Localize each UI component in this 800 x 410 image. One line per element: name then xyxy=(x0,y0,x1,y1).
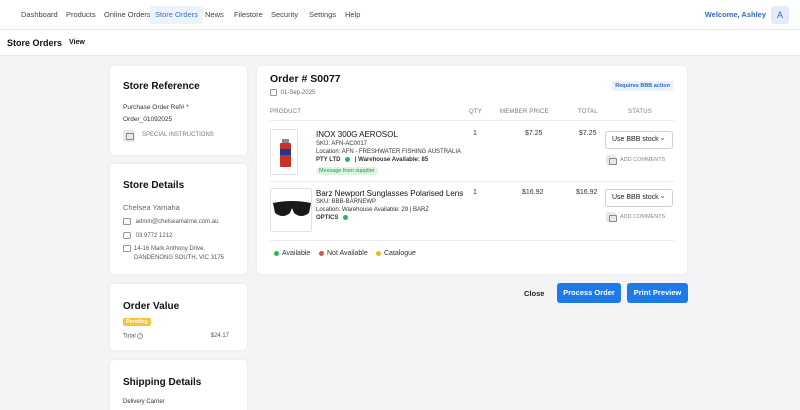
total-label: Total xyxy=(123,333,136,340)
welcome-text: Welcome, Ashley xyxy=(704,10,766,19)
comment-icon xyxy=(606,155,617,165)
shipping-details-title: Shipping Details xyxy=(123,377,202,388)
shipping-details-card: Shipping Details Delivery Carrier xyxy=(110,360,247,410)
store-email: admin@chelseamarine.com.au xyxy=(135,219,219,226)
product-image-inox[interactable] xyxy=(270,129,298,175)
store-name: Chelsea Yamaha xyxy=(123,203,180,212)
po-value[interactable]: Order_01092025 xyxy=(123,116,172,123)
page-header: Store Orders View xyxy=(0,30,800,56)
nav-help[interactable]: Help xyxy=(340,6,365,24)
print-preview-button[interactable]: Print Preview xyxy=(627,283,688,303)
header-member-price: MEMBER PRICE xyxy=(500,109,549,115)
nav-settings[interactable]: Settings xyxy=(304,6,341,24)
product-location: Location: Warehouse Available: 29 | BARZ xyxy=(316,207,429,213)
order-date-row: 01-Sep-2025 xyxy=(270,89,315,96)
availability-dot xyxy=(345,157,351,162)
product-location: Location: AFN - FRESHWATER FISHING AUSTR… xyxy=(316,149,462,155)
legend-dot-available xyxy=(274,250,279,256)
nav-security[interactable]: Security xyxy=(266,6,303,24)
product-location-cont: OPTICS xyxy=(316,215,351,221)
header-status: STATUS xyxy=(628,109,652,115)
location-suffix: PTY LTD xyxy=(316,157,341,164)
availability-dot xyxy=(343,215,349,220)
product-sku: SKU: BBB-BARNEWP xyxy=(316,199,377,205)
product-image-barz[interactable] xyxy=(270,188,312,232)
product-location-cont: PTY LTD | Warehouse Available: 85 xyxy=(316,157,428,163)
status-select[interactable]: Use BBB stock xyxy=(605,188,673,207)
note-icon xyxy=(123,130,135,142)
line-qty: 1 xyxy=(473,130,477,137)
nav-online-orders[interactable]: Online Orders xyxy=(99,6,156,24)
line-total: $16.92 xyxy=(576,189,598,196)
legend-label: Catalogue xyxy=(384,250,416,257)
process-order-button[interactable]: Process Order xyxy=(557,283,621,303)
comment-icon xyxy=(606,212,617,222)
line-price: $16.92 xyxy=(522,189,544,196)
add-comments-link[interactable]: ADD COMMENTS xyxy=(620,214,665,220)
row-divider xyxy=(270,181,674,182)
total-value: $24.17 xyxy=(210,333,229,339)
store-phone-row: 03 9772 1212 xyxy=(123,232,172,239)
total-label-row: Total ? xyxy=(123,333,144,340)
po-label: Purchase Order Ref# * xyxy=(123,104,189,111)
delivery-carrier-label: Delivery Carrier xyxy=(123,399,165,405)
legend-catalogue: Catalogue xyxy=(376,250,416,257)
store-details-card: Store Details Chelsea Yamaha admin@chels… xyxy=(110,164,247,274)
order-value-title: Order Value xyxy=(123,301,180,312)
avatar[interactable]: A xyxy=(771,6,789,24)
line-total: $7.25 xyxy=(579,130,597,137)
order-date: 01-Sep-2025 xyxy=(280,90,316,97)
header-qty: QTY xyxy=(469,109,482,115)
home-icon-row xyxy=(123,245,131,252)
home-icon xyxy=(123,245,131,252)
legend-dot-not-available xyxy=(319,250,324,256)
store-email-row: admin@chelseamarine.com.au xyxy=(123,218,218,225)
view-breadcrumb[interactable]: View xyxy=(69,39,85,46)
order-value-card: Order Value Pending Total ? $24.17 xyxy=(110,284,247,350)
store-phone: 03 9772 1212 xyxy=(135,233,173,240)
add-comments-link[interactable]: ADD COMMENTS xyxy=(620,157,665,163)
legend-not-available: Not Available xyxy=(319,250,368,257)
row-divider xyxy=(270,240,674,241)
legend-label: Not Available xyxy=(327,250,368,257)
store-reference-title: Store Reference xyxy=(123,81,200,92)
nav-dashboard[interactable]: Dashboard xyxy=(16,6,63,24)
product-sku: SKU: AFN-AC0017 xyxy=(316,141,368,147)
help-icon[interactable]: ? xyxy=(137,333,144,339)
header-product: PRODUCT xyxy=(270,109,302,115)
location-suffix: OPTICS xyxy=(316,215,339,222)
line-qty: 1 xyxy=(473,189,477,196)
warehouse-available: | Warehouse Available: 85 xyxy=(354,157,429,164)
status-badge: Pending xyxy=(123,318,151,326)
line-price: $7.25 xyxy=(525,130,543,137)
legend-dot-catalogue xyxy=(376,250,381,256)
page-title: Store Orders xyxy=(7,38,63,48)
nav-products[interactable]: Products xyxy=(61,6,101,24)
calendar-icon xyxy=(270,89,277,96)
special-instructions-link[interactable]: SPECIAL INSTRUCTIONS xyxy=(142,132,214,138)
phone-icon xyxy=(123,232,131,239)
status-select[interactable]: Use BBB stock xyxy=(605,130,673,149)
top-navigation: Dashboard Products Online Orders Store O… xyxy=(0,0,800,30)
product-name: INOX 300G AEROSOL xyxy=(316,130,398,139)
close-button[interactable]: Close xyxy=(524,289,544,298)
legend-available: Available xyxy=(274,250,310,257)
store-details-title: Store Details xyxy=(123,180,185,191)
legend-label: Available xyxy=(282,250,311,257)
header-divider xyxy=(270,120,674,121)
product-name: Barz Newport Sunglasses Polarised Lens xyxy=(316,189,464,198)
message-from-supplier-badge[interactable]: Message from supplier xyxy=(316,167,378,175)
nav-filestore[interactable]: Filestore xyxy=(229,6,268,24)
order-title: Order # S0077 xyxy=(270,73,341,85)
store-address-line1: 14-16 Mark Anthony Drive, xyxy=(134,246,206,252)
store-reference-card: Store Reference Purchase Order Ref# * Or… xyxy=(110,66,247,155)
nav-news[interactable]: News xyxy=(200,6,229,24)
nav-store-orders[interactable]: Store Orders xyxy=(150,6,203,24)
requires-bbb-badge: Requires BBB action xyxy=(612,81,673,91)
store-address-line2: DANDENONG SOUTH, VIC 3175 xyxy=(134,255,225,261)
mail-icon xyxy=(123,218,131,225)
header-total: TOTAL xyxy=(578,109,598,115)
